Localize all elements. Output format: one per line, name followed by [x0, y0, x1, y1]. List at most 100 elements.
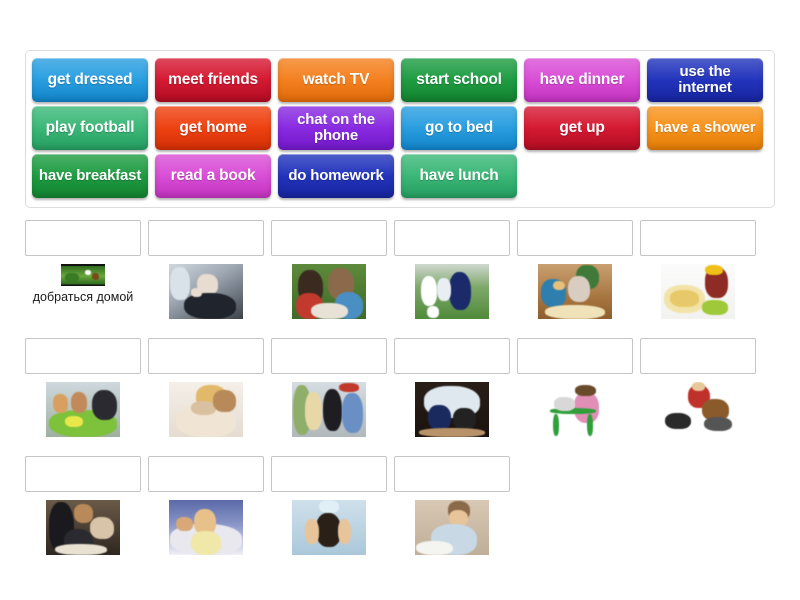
- children-school-lunch-photo: [46, 382, 120, 437]
- boys-playing-football-photo: [415, 264, 489, 319]
- word-tile[interactable]: have dinner: [524, 58, 640, 102]
- match-cell: [640, 220, 756, 334]
- toddler-putting-on-shoes-photo: [661, 382, 735, 437]
- thumbnail-detail: [449, 271, 472, 311]
- thumbnail-detail: [323, 388, 343, 432]
- thumbnail-detail: [85, 270, 92, 275]
- thumbnail-detail: [545, 304, 605, 319]
- word-tile-label: watch TV: [302, 70, 370, 88]
- thumbnail-detail: [426, 305, 439, 318]
- answer-dropzone[interactable]: [25, 456, 141, 492]
- thumbnail-detail: [342, 393, 364, 433]
- answer-dropzone[interactable]: [640, 338, 756, 374]
- match-cell: добраться домой: [25, 220, 141, 334]
- teenagers-meeting-friends-photo: [292, 382, 366, 437]
- thumbnail-wrap: [517, 382, 633, 452]
- word-tile[interactable]: get dressed: [32, 58, 148, 102]
- match-cell: [394, 456, 510, 570]
- children-watching-tv-photo: [415, 382, 489, 437]
- thumbnail-wrap: [271, 382, 387, 452]
- thumbnail-wrap: [25, 500, 141, 570]
- boy-on-phone-photo: [169, 264, 243, 319]
- answer-dropzone[interactable]: [25, 338, 141, 374]
- thumbnail-detail: [692, 382, 706, 391]
- word-tile[interactable]: get home: [155, 106, 271, 150]
- word-tile[interactable]: have lunch: [401, 154, 517, 198]
- thumbnail-wrap: [148, 382, 264, 452]
- thumbnail-detail: [419, 428, 485, 437]
- thumbnail-detail: [176, 516, 193, 531]
- empty-cell: [517, 456, 633, 570]
- thumbnail-detail: [170, 266, 190, 300]
- word-tile-label: read a book: [170, 166, 256, 184]
- answer-dropzone[interactable]: [394, 456, 510, 492]
- match-cell: [148, 338, 264, 452]
- word-tile-bank: get dressed meet friends watch TV start sch…: [25, 50, 775, 208]
- word-tile[interactable]: go to bed: [401, 106, 517, 150]
- word-tile-label: get home: [179, 118, 247, 136]
- match-cell: [394, 220, 510, 334]
- get-home-thumbnail: [61, 264, 105, 286]
- word-tile[interactable]: do homework: [278, 154, 394, 198]
- word-tile-label: have breakfast: [38, 167, 142, 185]
- family-eating-dinner-photo: [538, 264, 612, 319]
- word-tile[interactable]: play football: [32, 106, 148, 150]
- answer-dropzone[interactable]: [271, 220, 387, 256]
- thumbnail-detail: [416, 540, 454, 555]
- thumbnail-wrap: [394, 382, 510, 452]
- activity-page: get dressed meet friends watch TV start sch…: [0, 0, 800, 600]
- answer-dropzone[interactable]: [394, 220, 510, 256]
- thumbnail-detail: [428, 405, 451, 431]
- thumbnail-detail: [311, 302, 349, 319]
- answer-dropzone[interactable]: [148, 338, 264, 374]
- match-cell: [517, 220, 633, 334]
- match-cell: [271, 220, 387, 334]
- answer-dropzone[interactable]: [517, 338, 633, 374]
- word-tile[interactable]: have a shower: [647, 106, 763, 150]
- tile-rows: get dressed meet friends watch TV start sch…: [32, 58, 768, 198]
- match-row: [25, 338, 775, 452]
- answer-dropzone[interactable]: [25, 220, 141, 256]
- thumbnail-wrap: [271, 264, 387, 334]
- thumbnail-wrap: [25, 382, 141, 452]
- thumbnail-detail: [305, 391, 322, 431]
- match-cell: [271, 456, 387, 570]
- thumbnail-detail: [453, 408, 476, 431]
- word-tile[interactable]: use the internet: [647, 58, 763, 102]
- word-tile[interactable]: have breakfast: [32, 154, 148, 198]
- word-tile-label: meet friends: [168, 70, 258, 88]
- word-tile[interactable]: meet friends: [155, 58, 271, 102]
- word-tile-label: have a shower: [654, 119, 756, 137]
- word-tile[interactable]: start school: [401, 58, 517, 102]
- thumbnail-wrap: [271, 500, 387, 570]
- thumbnail-detail: [318, 500, 340, 514]
- word-tile[interactable]: watch TV: [278, 58, 394, 102]
- answer-dropzone[interactable]: [517, 220, 633, 256]
- match-cell: [394, 338, 510, 452]
- word-tile-label: play football: [45, 118, 135, 136]
- word-tile[interactable]: chat on the phone: [278, 106, 394, 150]
- answer-dropzone[interactable]: [271, 338, 387, 374]
- thumbnail-detail: [191, 530, 221, 555]
- word-tile[interactable]: get up: [524, 106, 640, 150]
- thumbnail-detail: [183, 292, 236, 319]
- woman-taking-shower-photo: [292, 500, 366, 555]
- thumbnail-detail: [665, 412, 691, 430]
- match-row: [25, 456, 775, 570]
- word-tile-label: chat on the phone: [297, 111, 375, 144]
- thumbnail-detail: [53, 394, 69, 413]
- thumbnail-wrap: [517, 264, 633, 334]
- match-cell: [517, 338, 633, 452]
- answer-dropzone[interactable]: [271, 456, 387, 492]
- cereal-bowl-breakfast-photo: [661, 264, 735, 319]
- answer-dropzone[interactable]: [640, 220, 756, 256]
- answer-dropzone[interactable]: [394, 338, 510, 374]
- answer-dropzone[interactable]: [148, 456, 264, 492]
- thumbnail-detail: [703, 417, 733, 432]
- thumbnail-caption: добраться домой: [32, 290, 134, 304]
- word-tile[interactable]: read a book: [155, 154, 271, 198]
- word-tile-label: do homework: [288, 167, 384, 185]
- thumbnail-wrap: [394, 264, 510, 334]
- answer-dropzone[interactable]: [148, 220, 264, 256]
- match-cell: [271, 338, 387, 452]
